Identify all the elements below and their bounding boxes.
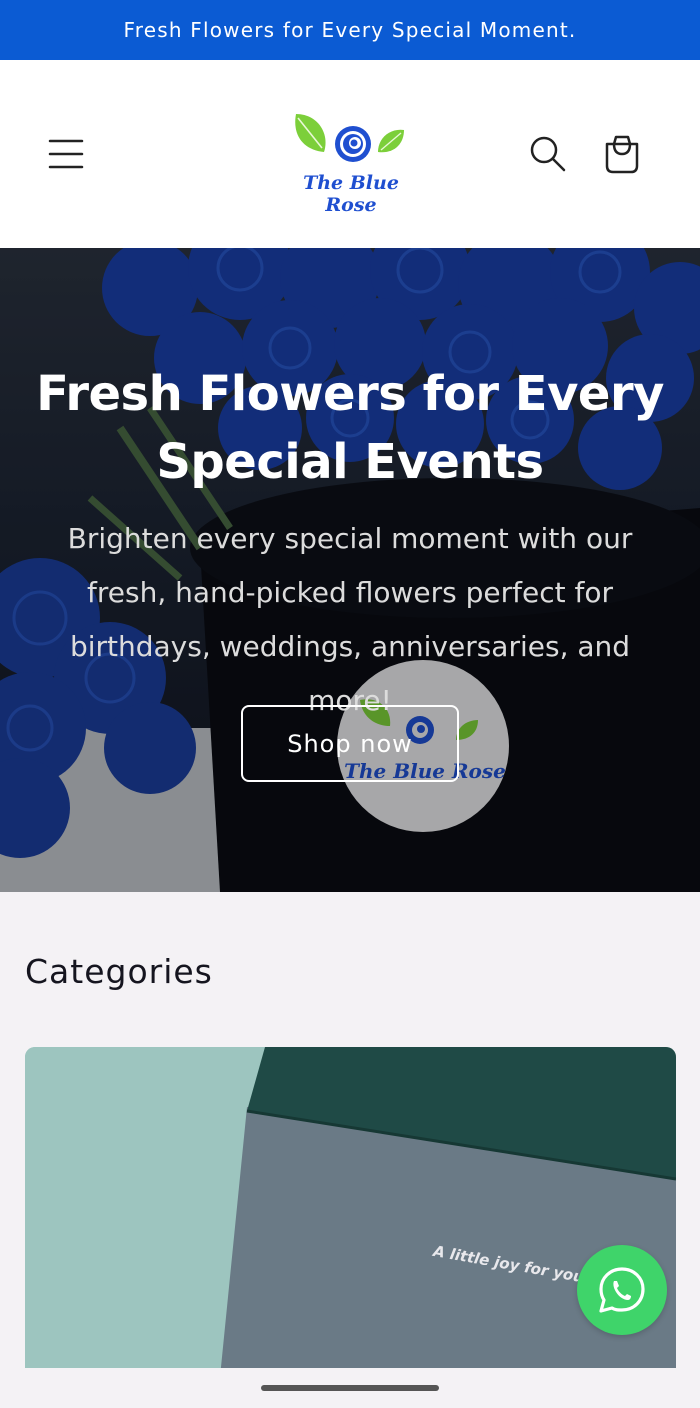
cart-icon — [605, 135, 639, 174]
hero-description: Brighten every special moment with our f… — [67, 522, 633, 717]
system-navigation-bar — [0, 1368, 700, 1408]
search-button[interactable] — [526, 132, 570, 176]
category-card[interactable]: A little joy for you. — [25, 1047, 676, 1377]
shop-now-button[interactable]: Shop now — [241, 705, 459, 782]
cart-button[interactable] — [600, 132, 644, 176]
whatsapp-icon — [599, 1267, 645, 1313]
logo-mark-icon — [295, 114, 404, 162]
hero-banner: The Blue Rose Fresh Flowers for Every Sp… — [0, 248, 700, 892]
hero-title: Fresh Flowers for Every Special Events — [36, 366, 664, 490]
home-indicator[interactable] — [261, 1385, 439, 1391]
category-card-image — [25, 1047, 676, 1377]
announcement-bar: Fresh Flowers for Every Special Moment. — [0, 0, 700, 60]
categories-heading: Categories — [25, 952, 213, 991]
site-header: The Blue Rose — [0, 60, 700, 248]
logo-text: The Blue Rose — [303, 172, 399, 216]
site-logo[interactable]: The Blue Rose — [278, 108, 424, 216]
announcement-text: Fresh Flowers for Every Special Moment. — [123, 18, 577, 42]
hamburger-menu-icon — [48, 139, 84, 169]
search-icon — [530, 136, 566, 172]
menu-button[interactable] — [46, 134, 86, 174]
whatsapp-button[interactable] — [577, 1245, 667, 1335]
